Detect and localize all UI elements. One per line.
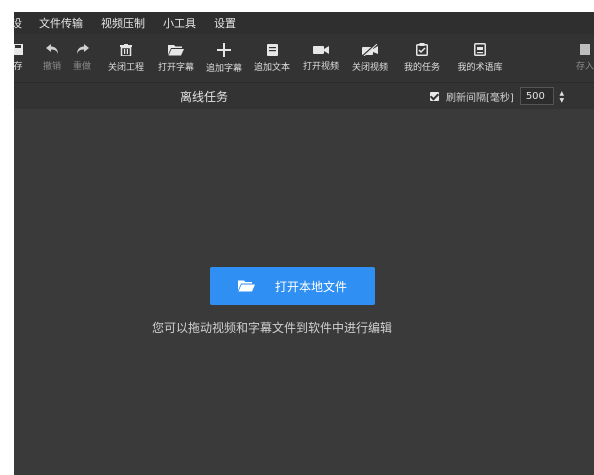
refresh-interval-label: 刷新间隔[毫秒] (446, 92, 514, 104)
menu-tools[interactable]: 小工具 (154, 15, 205, 31)
video-off-icon (362, 43, 378, 56)
document-icon (266, 43, 278, 56)
redo-label: 重做 (72, 62, 91, 72)
menu-bar: 设 文件传输 视频压制 小工具 设置 (14, 12, 594, 34)
my-glossary-label: 我的术语库 (457, 63, 503, 73)
drag-drop-hint: 您可以拖动视频和字幕文件到软件中进行编辑 (152, 321, 393, 335)
open-local-file-label: 打开本地文件 (274, 279, 347, 294)
menu-settings-partial[interactable]: 设 (14, 15, 30, 31)
refresh-interval-input[interactable]: 500 ▲ ▼ (519, 87, 564, 105)
redo-icon (76, 44, 89, 54)
offline-task-header: 离线任务 刷新间隔[毫秒] 500 ▲ ▼ (14, 83, 594, 109)
save-button-label: 存 (14, 62, 23, 72)
spinner-down-icon[interactable]: ▼ (560, 97, 565, 104)
menu-video-compress[interactable]: 视频压制 (92, 15, 154, 31)
app-window: 设 文件传输 视频压制 小工具 设置 存 撤销 重做 关闭工程 打开字幕 追加字… (14, 12, 594, 475)
menu-settings[interactable]: 设置 (205, 15, 245, 31)
open-subtitle-button[interactable]: 打开字幕 (154, 34, 198, 82)
add-text-button[interactable]: 追加文本 (248, 34, 296, 82)
folder-icon (168, 44, 184, 55)
add-subtitle-label: 追加字幕 (205, 63, 242, 74)
add-subtitle-button[interactable]: 追加字幕 (200, 34, 248, 82)
clipboard-check-icon (416, 43, 428, 56)
close-video-label: 关闭视频 (351, 62, 388, 73)
open-local-file-button[interactable]: 打开本地文件 (210, 267, 375, 305)
open-subtitle-label: 打开字幕 (157, 62, 194, 73)
save-as-icon (580, 44, 590, 55)
plus-icon (217, 42, 231, 57)
refresh-checkbox[interactable] (430, 91, 439, 101)
close-video-button[interactable]: 关闭视频 (346, 34, 394, 82)
redo-button[interactable]: 重做 (68, 34, 96, 82)
save-as-button[interactable]: 存入 (570, 34, 594, 82)
save-as-label: 存入 (575, 62, 594, 72)
drop-zone[interactable]: 打开本地文件 您可以拖动视频和字幕文件到软件中进行编辑 (14, 109, 594, 475)
open-video-label: 打开视频 (302, 61, 339, 72)
trash-icon (120, 43, 132, 56)
page-title: 离线任务 (180, 90, 229, 104)
undo-label: 撤销 (42, 62, 61, 72)
close-project-button[interactable]: 关闭工程 (104, 34, 148, 82)
refresh-interval-control: 刷新间隔[毫秒] 500 ▲ ▼ (430, 86, 564, 106)
toolbar: 存 撤销 重做 关闭工程 打开字幕 追加字幕 追加文本 打开视频 关闭视频 我的… (14, 34, 594, 83)
my-tasks-label: 我的任务 (403, 63, 440, 73)
save-icon (14, 44, 23, 55)
folder-open-icon (237, 280, 255, 292)
open-video-button[interactable]: 打开视频 (297, 34, 345, 82)
my-tasks-button[interactable]: 我的任务 (400, 34, 444, 82)
close-project-label: 关闭工程 (107, 62, 144, 73)
spinner-up-icon[interactable]: ▲ (560, 90, 565, 97)
refresh-interval-value: 500 (525, 90, 545, 102)
glossary-book-icon (474, 43, 486, 56)
menu-file-transfer[interactable]: 文件传输 (30, 15, 92, 31)
save-button[interactable]: 存 (14, 34, 26, 82)
add-text-label: 追加文本 (253, 62, 290, 73)
video-camera-icon (313, 45, 329, 54)
refresh-interval-spinner[interactable]: ▲ ▼ (557, 89, 567, 105)
undo-button[interactable]: 撤销 (38, 34, 66, 82)
undo-icon (45, 44, 58, 54)
my-glossary-button[interactable]: 我的术语库 (450, 34, 510, 82)
